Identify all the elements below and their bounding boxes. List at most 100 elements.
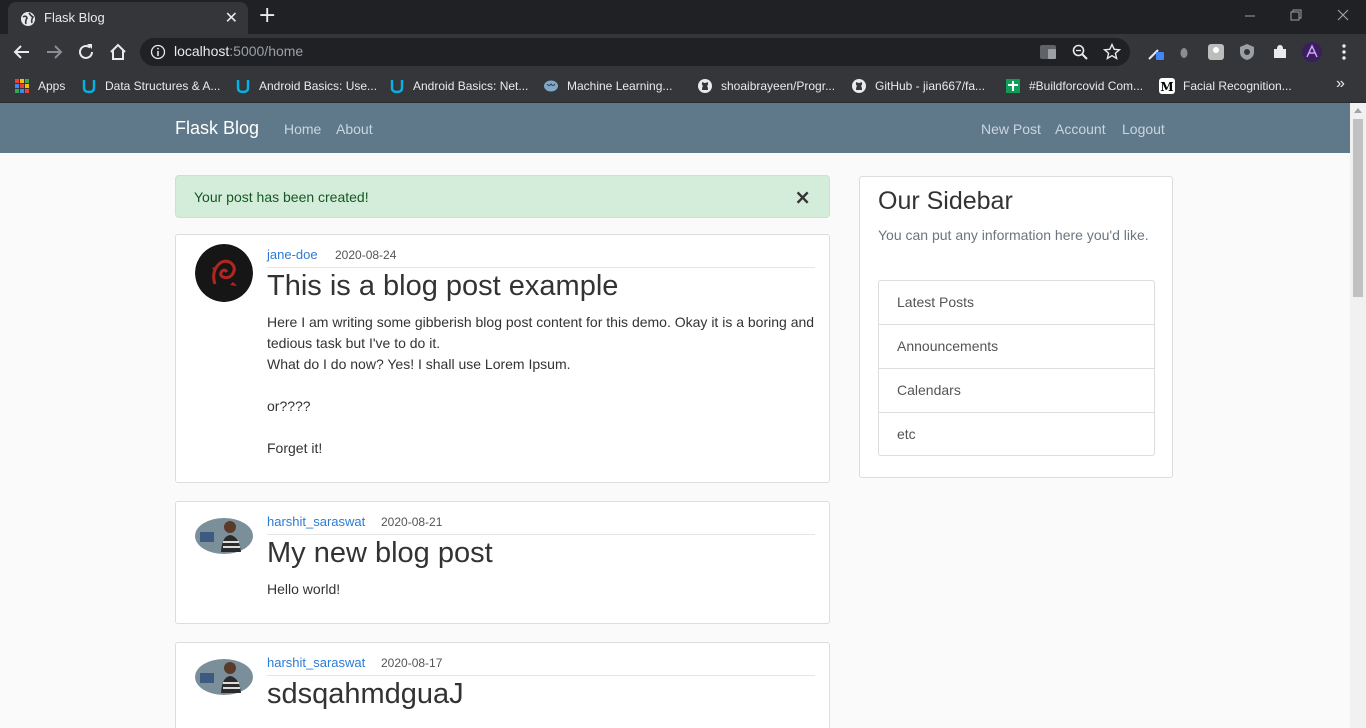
- site-info-icon[interactable]: [150, 44, 166, 60]
- post-content: Hello world!: [267, 579, 815, 600]
- post-card: harshit_saraswat 2020-08-17 sdsqahmdguaJ: [175, 642, 830, 728]
- site-navbar: Flask Blog Home About New Post Account L…: [0, 103, 1350, 153]
- post-paragraph: or????: [267, 398, 311, 414]
- sidebar-list: Latest Posts Announcements Calendars etc: [878, 280, 1155, 456]
- post-author-avatar[interactable]: [195, 244, 253, 302]
- extensions-puzzle-icon[interactable]: [1270, 42, 1290, 62]
- sidebar-item-etc[interactable]: etc: [879, 413, 1154, 455]
- user-photo-avatar-icon: [195, 659, 253, 695]
- user-avatar-icon[interactable]: [1301, 41, 1323, 63]
- reload-icon[interactable]: [75, 41, 97, 63]
- sidebar-description: You can put any information here you'd l…: [878, 227, 1149, 243]
- post-author-link[interactable]: harshit_saraswat: [267, 655, 365, 670]
- sidebar-card: Our Sidebar You can put any information …: [859, 176, 1173, 478]
- bookmark-machine-learning[interactable]: Machine Learning...: [543, 77, 672, 95]
- post-content: Here I am writing some gibberish blog po…: [267, 312, 815, 459]
- post-date: 2020-08-17: [381, 656, 443, 670]
- alert-message: Your post has been created!: [194, 189, 369, 205]
- bookmark-facial-recognition[interactable]: M Facial Recognition...: [1159, 77, 1292, 95]
- sidebar-item-calendars[interactable]: Calendars: [879, 369, 1154, 413]
- browser-toolbar: localhost:5000/home: [0, 34, 1366, 70]
- udacity-icon: [82, 80, 96, 94]
- post-metadata: jane-doe 2020-08-24: [267, 246, 815, 268]
- github-icon: [852, 79, 866, 93]
- sidebar-item-latest-posts[interactable]: Latest Posts: [879, 281, 1154, 325]
- github-icon: [698, 79, 712, 93]
- post-author-link[interactable]: harshit_saraswat: [267, 514, 365, 529]
- dragon-sigil-avatar-icon: [195, 244, 253, 302]
- brain-icon: [544, 80, 558, 92]
- post-paragraph: [267, 375, 815, 396]
- scroll-up-arrow-icon[interactable]: [1354, 108, 1362, 113]
- udacity-icon: [390, 80, 404, 94]
- bookmark-star-icon[interactable]: [1103, 43, 1121, 61]
- forward-arrow-icon[interactable]: [43, 41, 65, 63]
- nav-new-post-link[interactable]: New Post: [981, 121, 1041, 137]
- bookmark-apps[interactable]: Apps: [14, 77, 65, 95]
- page-viewport: Flask Blog Home About New Post Account L…: [0, 103, 1350, 728]
- restore-icon[interactable]: [1290, 9, 1302, 21]
- bookmark-android-basics-net[interactable]: Android Basics: Net...: [389, 77, 528, 95]
- post-title-link[interactable]: This is a blog post example: [267, 270, 618, 303]
- udacity-icon: [236, 80, 250, 94]
- post-author-avatar[interactable]: [195, 653, 253, 701]
- globe-icon: [21, 12, 35, 26]
- mouse-extension-icon[interactable]: [1174, 42, 1194, 62]
- browser-tab-strip: Flask Blog ✕ +: [0, 0, 1366, 34]
- home-icon[interactable]: [107, 41, 129, 63]
- post-card: jane-doe 2020-08-24 This is a blog post …: [175, 234, 830, 483]
- eyedropper-extension-icon[interactable]: [1146, 42, 1166, 62]
- bookmark-github-jian667[interactable]: GitHub - jian667/fa...: [851, 77, 985, 95]
- post-date: 2020-08-24: [335, 248, 397, 262]
- post-date: 2020-08-21: [381, 515, 443, 529]
- close-window-icon[interactable]: [1337, 9, 1349, 21]
- address-bar[interactable]: localhost:5000/home: [140, 38, 1130, 66]
- minimize-icon[interactable]: [1244, 10, 1256, 22]
- bookmark-buildforcovid[interactable]: #Buildforcovid Com...: [1005, 77, 1143, 95]
- url-text[interactable]: localhost:5000/home: [174, 43, 303, 59]
- page-scrollbar[interactable]: [1350, 103, 1366, 728]
- apps-grid-icon: [15, 79, 29, 93]
- profile-extension-icon[interactable]: [1206, 42, 1226, 62]
- user-photo-avatar-icon: [195, 518, 253, 554]
- post-author-link[interactable]: jane-doe: [267, 247, 318, 262]
- post-title-link[interactable]: sdsqahmdguaJ: [267, 678, 464, 711]
- nav-logout-link[interactable]: Logout: [1122, 121, 1165, 137]
- menu-kebab-icon[interactable]: [1334, 42, 1354, 62]
- zoom-icon[interactable]: [1071, 43, 1089, 61]
- bookmark-android-basics-use[interactable]: Android Basics: Use...: [235, 77, 377, 95]
- back-arrow-icon[interactable]: [11, 41, 33, 63]
- alert-close-icon[interactable]: ×: [794, 185, 811, 209]
- tab-title: Flask Blog: [44, 10, 105, 25]
- sidebar-title: Our Sidebar: [878, 187, 1013, 215]
- bookmarks-bar: Apps Data Structures & A... Android Basi…: [0, 70, 1366, 103]
- post-paragraph: [267, 417, 815, 438]
- new-tab-icon[interactable]: +: [258, 3, 276, 28]
- translate-icon[interactable]: [1039, 43, 1057, 61]
- site-brand[interactable]: Flask Blog: [175, 118, 259, 139]
- post-metadata: harshit_saraswat 2020-08-21: [267, 513, 815, 535]
- more-bookmarks-chevron-icon[interactable]: »: [1336, 75, 1345, 93]
- post-paragraph: Forget it!: [267, 440, 323, 456]
- shield-extension-icon[interactable]: [1237, 42, 1257, 62]
- browser-tab[interactable]: Flask Blog ✕: [8, 2, 248, 34]
- tab-close-icon[interactable]: ✕: [225, 8, 238, 27]
- post-author-avatar[interactable]: [195, 512, 253, 560]
- bookmark-shoaibrayeen[interactable]: shoaibrayeen/Progr...: [697, 77, 835, 95]
- post-card: harshit_saraswat 2020-08-21 My new blog …: [175, 501, 830, 624]
- svg-text:M: M: [1160, 80, 1173, 94]
- success-alert: Your post has been created! ×: [175, 175, 830, 218]
- post-paragraph: Here I am writing some gibberish blog po…: [267, 314, 815, 351]
- sidebar-item-announcements[interactable]: Announcements: [879, 325, 1154, 369]
- post-metadata: harshit_saraswat 2020-08-17: [267, 654, 815, 676]
- nav-about-link[interactable]: About: [336, 121, 373, 137]
- scrollbar-thumb[interactable]: [1353, 119, 1363, 297]
- bookmark-data-structures[interactable]: Data Structures & A...: [81, 77, 220, 95]
- post-paragraph: Hello world!: [267, 581, 341, 597]
- nav-home-link[interactable]: Home: [284, 121, 321, 137]
- devpost-icon: [1006, 79, 1020, 93]
- post-paragraph: What do I do now? Yes! I shall use Lorem…: [267, 356, 571, 372]
- medium-icon: M: [1159, 78, 1175, 94]
- nav-account-link[interactable]: Account: [1055, 121, 1106, 137]
- post-title-link[interactable]: My new blog post: [267, 537, 493, 570]
